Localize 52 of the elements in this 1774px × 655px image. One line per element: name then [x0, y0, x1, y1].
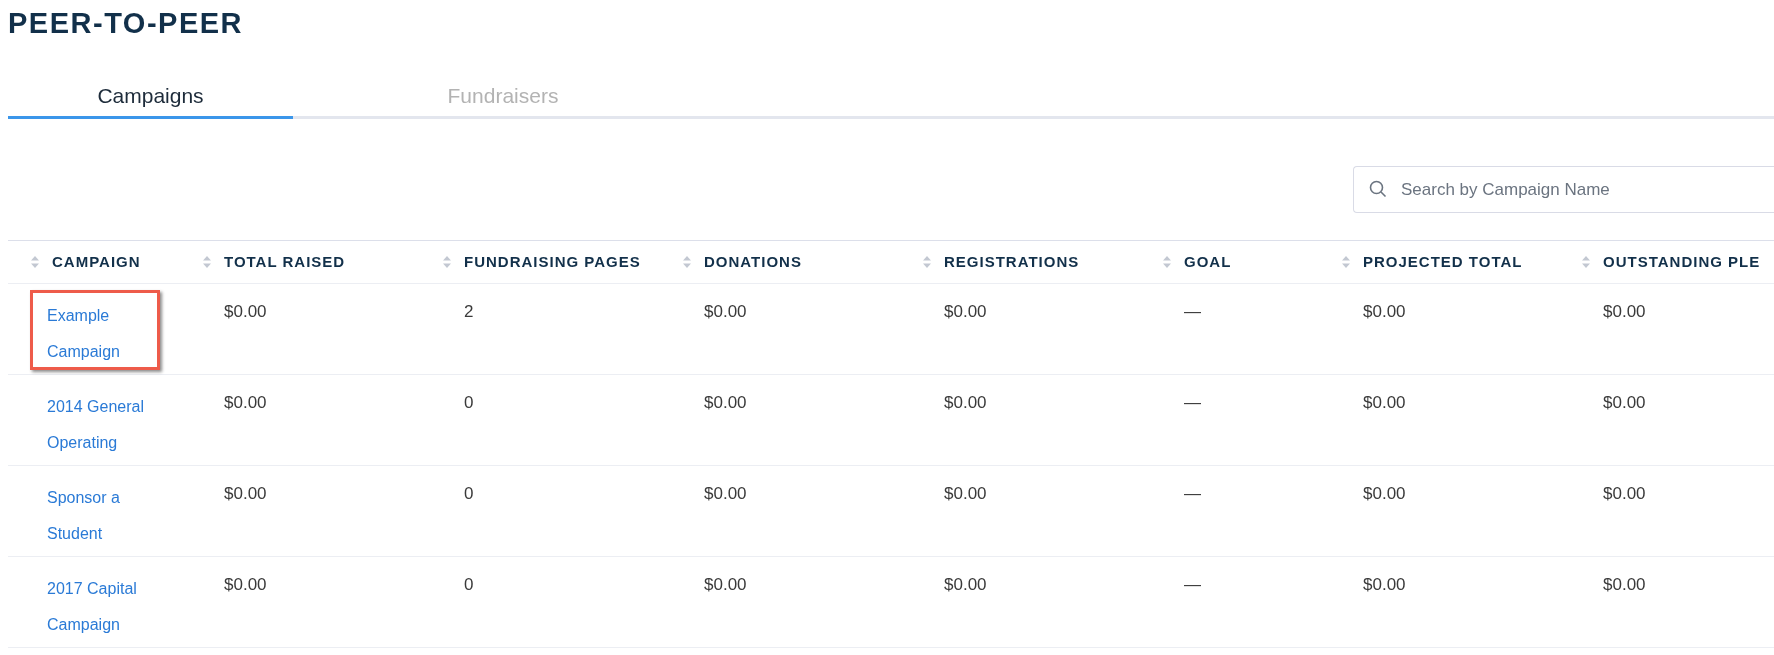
- table-cell: $0.00: [704, 302, 747, 321]
- column-header: OUTSTANDING PLE: [1603, 251, 1761, 272]
- table-cell: —: [1184, 484, 1201, 503]
- table-cell: $0.00: [224, 393, 267, 412]
- search-icon: [1369, 180, 1387, 198]
- campaign-link[interactable]: 2017 Capital Campaign: [47, 571, 160, 643]
- column-header: PROJECTED TOTAL: [1363, 251, 1523, 272]
- column-header: FUNDRAISING PAGES: [464, 251, 641, 272]
- table-cell: $0.00: [944, 575, 987, 594]
- column-header: GOAL: [1184, 251, 1232, 272]
- table-cell: $0.00: [224, 302, 267, 321]
- table-cell: $0.00: [224, 575, 267, 594]
- table-cell: $0.00: [1603, 302, 1646, 321]
- table-cell: 0: [464, 484, 474, 503]
- table-cell: $0.00: [1363, 302, 1406, 321]
- table-cell: $0.00: [944, 393, 987, 412]
- sort-icon[interactable]: [1341, 255, 1351, 269]
- table-cell: $0.00: [1603, 393, 1646, 412]
- sort-icon[interactable]: [682, 255, 692, 269]
- table-cell: —: [1184, 575, 1201, 594]
- column-header: REGISTRATIONS: [944, 251, 1080, 272]
- table-cell: $0.00: [944, 302, 987, 321]
- table-cell: $0.00: [1363, 484, 1406, 503]
- table-cell: $0.00: [704, 393, 747, 412]
- table-cell: $0.00: [1363, 393, 1406, 412]
- table-cell: —: [1184, 302, 1201, 321]
- table-cell: —: [1184, 393, 1201, 412]
- sort-icon[interactable]: [1162, 255, 1172, 269]
- campaign-link[interactable]: Sponsor a Student: [47, 480, 160, 552]
- column-header: CAMPAIGN: [52, 251, 141, 272]
- table-cell: 0: [464, 393, 474, 412]
- table-cell: $0.00: [1363, 575, 1406, 594]
- table-cell: $0.00: [704, 575, 747, 594]
- column-header: TOTAL RAISED: [224, 251, 346, 272]
- sort-icon[interactable]: [30, 255, 40, 269]
- table-cell: $0.00: [1603, 484, 1646, 503]
- table-cell: $0.00: [1603, 575, 1646, 594]
- table-cell: $0.00: [224, 484, 267, 503]
- sort-icon[interactable]: [1581, 255, 1591, 269]
- table-cell: $0.00: [704, 484, 747, 503]
- table-cell: 2: [464, 302, 474, 321]
- page-title: PEER-TO-PEER: [8, 6, 243, 40]
- table-cell: $0.00: [944, 484, 987, 503]
- table-cell: 0: [464, 575, 474, 594]
- campaign-link[interactable]: 2014 General Operating: [47, 389, 160, 461]
- sort-icon[interactable]: [442, 255, 452, 269]
- sort-icon[interactable]: [202, 255, 212, 269]
- column-header: DONATIONS: [704, 251, 802, 272]
- search-field[interactable]: Search by Campaign Name: [1353, 166, 1774, 213]
- campaign-link[interactable]: Example Campaign: [47, 298, 160, 370]
- sort-icon[interactable]: [922, 255, 932, 269]
- tab[interactable]: Campaigns: [8, 76, 293, 119]
